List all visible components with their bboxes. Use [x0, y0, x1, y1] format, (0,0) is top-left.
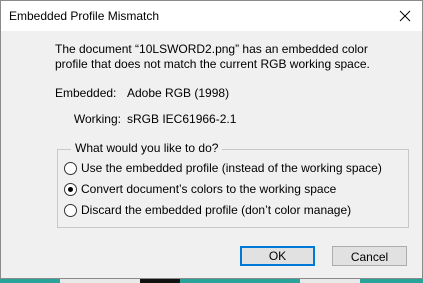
close-icon [399, 10, 411, 22]
option-discard-label: Discard the embedded profile (don’t colo… [81, 203, 352, 217]
close-button[interactable] [388, 1, 422, 31]
action-question: What would you like to do? [71, 141, 223, 155]
option-use-embedded-label: Use the embedded profile (instead of the… [81, 161, 382, 175]
radio-use-embedded[interactable] [64, 162, 77, 175]
title-bar: Embedded Profile Mismatch [1, 1, 422, 31]
embedded-label: Embedded: [55, 86, 117, 100]
embedded-profile-value: Adobe RGB (1998) [127, 86, 230, 100]
cancel-button[interactable]: Cancel [332, 246, 407, 266]
message-line-2: profile that does not match the current … [55, 57, 370, 71]
option-convert-label: Convert document’s colors to the working… [81, 182, 337, 196]
working-space-value: sRGB IEC61966-2.1 [127, 112, 237, 126]
profile-mismatch-dialog: Embedded Profile Mismatch The document “… [0, 0, 423, 279]
radio-convert[interactable] [64, 183, 77, 196]
message-line-1: The document “10LSWORD2.png” has an embe… [55, 42, 368, 56]
ok-button[interactable]: OK [240, 246, 315, 266]
mismatch-message: The document “10LSWORD2.png” has an embe… [55, 42, 405, 72]
radio-discard[interactable] [64, 204, 77, 217]
working-label: Working: [73, 112, 121, 126]
dialog-title: Embedded Profile Mismatch [9, 9, 160, 23]
